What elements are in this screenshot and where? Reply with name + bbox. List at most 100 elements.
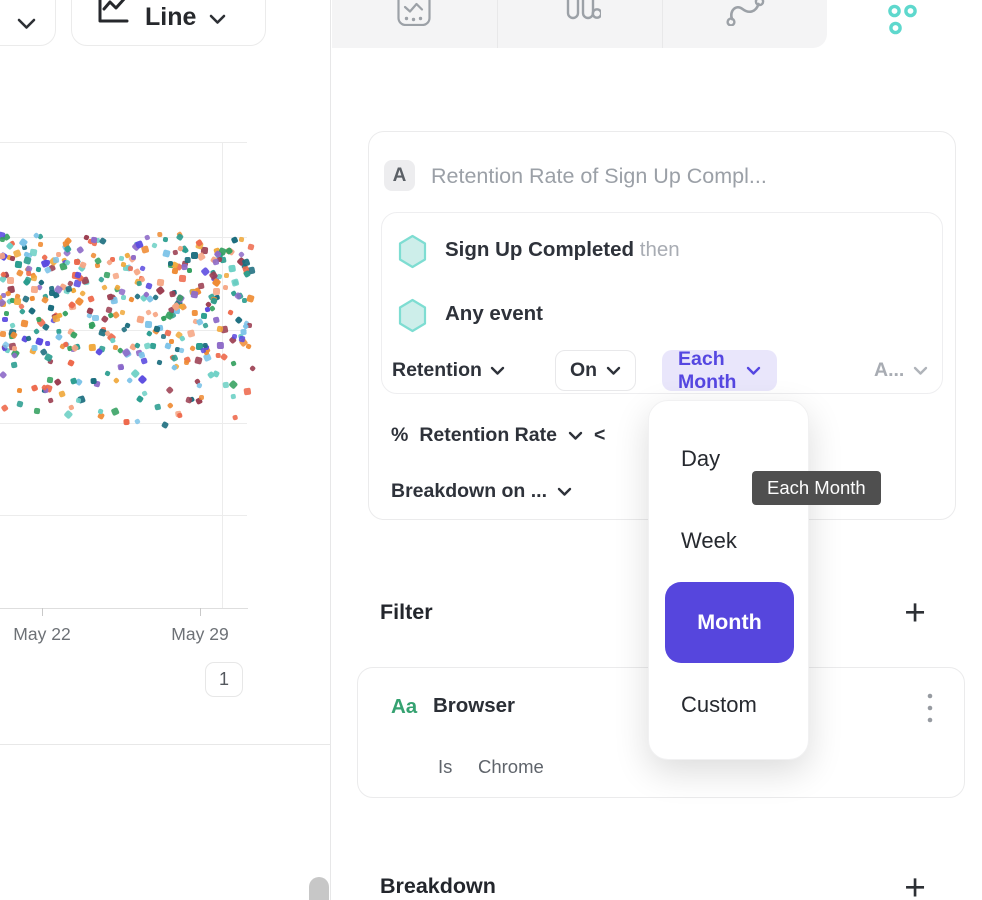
interval-label: Each Month	[678, 348, 736, 394]
tab-insights-chart[interactable]	[394, 0, 434, 48]
combo-chart-icon	[395, 0, 433, 26]
scatter-point	[156, 286, 165, 295]
scatter-point	[222, 382, 229, 389]
scatter-point	[169, 339, 174, 344]
chevron-down-icon	[913, 366, 928, 376]
scatter-point	[180, 335, 186, 341]
scatter-point	[172, 249, 178, 255]
scatter-point	[20, 320, 28, 328]
on-dropdown[interactable]: On	[555, 350, 636, 391]
query-badge: A	[384, 160, 415, 191]
scatter-point	[47, 305, 54, 312]
event-name: Sign Up Completed	[445, 238, 634, 261]
add-filter-button[interactable]: +	[898, 596, 932, 630]
scatter-point	[14, 261, 21, 268]
scatter-point	[30, 295, 35, 300]
scatter-point	[164, 329, 171, 336]
property-type-icon: Aa	[391, 695, 417, 719]
scatter-point	[52, 314, 60, 322]
scatter-point	[141, 390, 148, 397]
menu-item-month-selected[interactable]: Month	[665, 582, 794, 663]
measure-dropdown[interactable]: Retention	[392, 359, 505, 382]
event-step-1[interactable]: Sign Up Completed then	[445, 238, 680, 262]
x-axis-tick	[200, 608, 201, 616]
scatter-point	[141, 357, 149, 365]
scatter-point	[16, 400, 23, 407]
scatter-point	[247, 243, 254, 250]
scatter-point	[199, 395, 204, 400]
tab-bar-chart[interactable]	[562, 0, 602, 48]
scatter-point	[157, 359, 163, 365]
scatter-point	[1, 403, 9, 411]
scatter-point	[145, 309, 152, 316]
scatter-point	[54, 378, 62, 386]
pagination-page-button[interactable]: 1	[205, 662, 243, 697]
gridline	[222, 142, 223, 608]
scatter-point	[242, 258, 250, 266]
scatter-point	[150, 342, 157, 349]
interval-dropdown[interactable]: Each Month	[662, 350, 777, 391]
query-title[interactable]: Retention Rate of Sign Up Compl...	[431, 164, 767, 189]
scatter-point	[31, 286, 38, 293]
audience-label: A...	[874, 359, 904, 382]
filter-value[interactable]: Chrome	[478, 756, 544, 778]
scatter-point	[134, 342, 140, 348]
scatter-point	[144, 321, 151, 328]
scatter-point	[162, 250, 170, 258]
scatter-point	[201, 313, 208, 320]
scatter-point	[0, 371, 7, 380]
scatter-point	[154, 403, 161, 410]
filter-property-label[interactable]: Browser	[433, 694, 515, 718]
filter-operator[interactable]: Is	[438, 756, 452, 778]
scatter-point	[112, 345, 118, 351]
scatter-point	[67, 359, 75, 367]
scatter-point	[92, 315, 99, 322]
scatter-point	[27, 306, 35, 314]
chevron-down-icon	[490, 366, 505, 376]
scatter-point	[235, 316, 243, 324]
scatter-point	[58, 390, 66, 398]
scatter-point	[151, 242, 157, 248]
scatter-point	[19, 308, 26, 315]
scatter-point	[56, 252, 61, 257]
scatter-point	[119, 256, 125, 262]
add-breakdown-button[interactable]: +	[898, 871, 932, 900]
gridline	[0, 515, 247, 516]
scatter-point	[47, 377, 54, 384]
event-step-2[interactable]: Any event	[445, 302, 543, 326]
menu-item-day[interactable]: Day	[681, 446, 720, 472]
scatter-point	[194, 356, 202, 364]
menu-item-custom[interactable]: Custom	[681, 692, 757, 718]
bar-chart-icon	[563, 0, 601, 24]
kebab-menu-icon[interactable]	[918, 690, 942, 726]
tab-retention-active[interactable]	[886, 0, 920, 48]
scatter-point	[213, 288, 220, 295]
scatter-point	[4, 311, 9, 316]
scatter-point	[22, 295, 29, 302]
tab-flow[interactable]	[724, 0, 766, 48]
scatter-point	[171, 268, 178, 275]
scatter-point	[10, 362, 17, 369]
scatter-point	[98, 276, 104, 282]
scatter-point	[239, 237, 245, 243]
scatter-point	[162, 237, 167, 242]
audience-dropdown[interactable]: A...	[874, 350, 928, 391]
tooltip: Each Month	[752, 471, 881, 505]
scatter-point	[55, 333, 63, 341]
chevron-down-icon	[568, 431, 583, 441]
event-hexagon-icon	[397, 234, 428, 274]
scatter-point	[172, 354, 179, 361]
retention-controls-row: Retention On Each Month	[392, 350, 505, 391]
scatter-point	[16, 269, 24, 277]
breakdown-on-dropdown[interactable]: Breakdown on ...	[391, 480, 547, 503]
scatter-point	[243, 387, 251, 395]
breakdown-on-row: Breakdown on ...	[391, 480, 572, 503]
menu-item-week[interactable]: Week	[681, 528, 737, 554]
comparison-operator[interactable]: <	[594, 424, 605, 447]
metric-dropdown[interactable]: Retention Rate	[419, 424, 557, 447]
scatter-point	[87, 295, 95, 303]
scatter-point	[101, 284, 108, 291]
scatter-point	[90, 236, 97, 243]
scatter-point	[166, 386, 174, 394]
scrollbar-thumb[interactable]	[309, 877, 329, 900]
